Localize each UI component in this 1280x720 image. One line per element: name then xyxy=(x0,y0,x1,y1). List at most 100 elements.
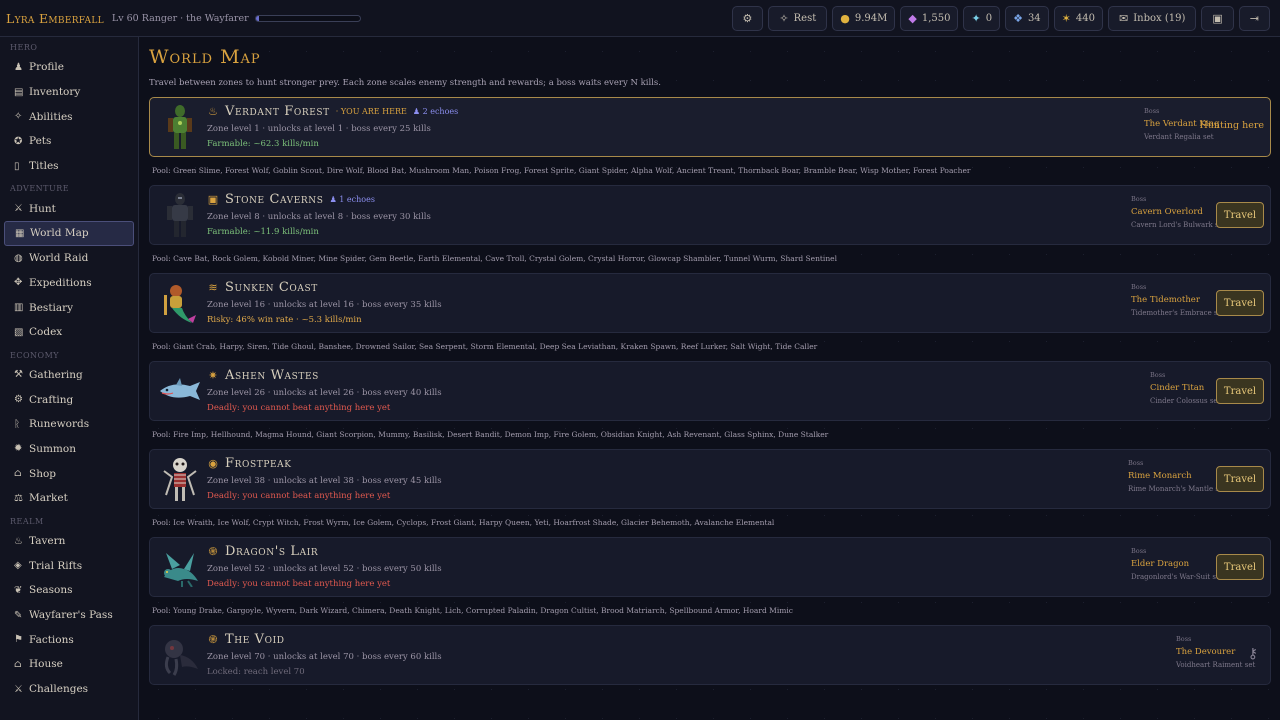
paw-icon: ✪ xyxy=(14,135,23,147)
sidebar-item-titles[interactable]: ▯ Titles xyxy=(4,154,134,179)
sidebar-item-summon[interactable]: ✹ Summon xyxy=(4,437,134,462)
resource-2-value: 34 xyxy=(1027,13,1041,24)
character-subtitle: Lv 60 Ranger · the Wayfarer xyxy=(111,12,249,24)
logout-button[interactable]: ⇥ xyxy=(1238,6,1270,31)
cog-icon: ⚙ xyxy=(742,12,753,25)
inbox-button[interactable]: ✉ Inbox (19) xyxy=(1107,6,1197,31)
zone-meta: Zone level 38 · unlocks at level 38 · bo… xyxy=(207,476,442,486)
travel-button[interactable]: Travel xyxy=(1216,378,1264,404)
character-name: Lyra Emberfall xyxy=(6,10,104,26)
resource-1-value: 0 xyxy=(985,13,993,24)
zone-portrait-shark xyxy=(156,367,204,415)
mug-icon: ♨ xyxy=(14,535,23,547)
sidebar-item-label: Crafting xyxy=(29,393,74,406)
sidebar-item-shop[interactable]: ⌂ Shop xyxy=(4,461,134,486)
house-icon: ⌂ xyxy=(14,658,22,670)
book-icon: ▥ xyxy=(14,302,24,314)
boss-label: Boss xyxy=(1128,459,1144,467)
monster-pool: Pool: Giant Crab, Harpy, Siren, Tide Gho… xyxy=(152,342,818,351)
rest-label: Rest xyxy=(793,13,817,24)
sidebar-item-house[interactable]: ⌂ House xyxy=(4,652,134,677)
boss-info: Boss The Tidemother Tidemother's Embrace… xyxy=(1131,283,1225,317)
person-icon: ♟ xyxy=(329,195,337,204)
sidebar-item-abilities[interactable]: ✧ Abilities xyxy=(4,104,134,129)
save-button[interactable]: ▣ xyxy=(1201,6,1234,31)
boss-label: Boss xyxy=(1144,107,1160,115)
settings-button[interactable]: ⚙ xyxy=(731,6,764,31)
crossed-swords-icon: ⚔ xyxy=(14,683,23,695)
zone-card-sunken-coast: ≋ Sunken Coast Zone level 16 · unlocks a… xyxy=(149,273,1271,333)
crystal-icon: ✦ xyxy=(971,12,981,25)
sidebar-item-world-map[interactable]: ▦ World Map xyxy=(4,221,134,246)
eye-icon: ◉ xyxy=(208,456,218,470)
sun-icon: ✷ xyxy=(208,368,218,382)
zone-meta: Zone level 1 · unlocks at level 1 · boss… xyxy=(207,124,431,134)
sidebar-item-wayfarers-pass[interactable]: ✎ Wayfarer's Pass xyxy=(4,603,134,628)
zone-meta: Zone level 70 · unlocks at level 70 · bo… xyxy=(207,652,442,662)
zone-card-ashen-wastes: ✷ Ashen Wastes Zone level 26 · unlocks a… xyxy=(149,361,1271,421)
zone-card-frostpeak: ◉ Frostpeak Zone level 38 · unlocks at l… xyxy=(149,449,1271,509)
sidebar-item-label: Codex xyxy=(29,326,63,339)
globe-icon: ◍ xyxy=(14,252,23,264)
sidebar-item-hunt[interactable]: ⚔ Hunt xyxy=(4,196,134,221)
zone-card-the-void: ֎ The Void Zone level 70 · unlocks at le… xyxy=(149,625,1271,685)
person-icon: ♟ xyxy=(412,107,421,116)
sidebar-item-label: Shop xyxy=(29,467,56,480)
sidebar-item-codex[interactable]: ▧ Codex xyxy=(4,320,134,345)
sidebar-item-challenges[interactable]: ⚔ Challenges xyxy=(4,677,134,702)
boss-info: Boss Elder Dragon Dragonlord's War-Suit … xyxy=(1131,547,1223,581)
sidebar-item-label: Seasons xyxy=(29,584,73,597)
zone-card-stone-caverns: ▣ Stone Caverns ♟ 1 echoes Zone level 8 … xyxy=(149,185,1271,245)
zone-portrait-dragon xyxy=(156,543,204,591)
echo-count: ♟ 1 echoes xyxy=(330,195,375,204)
travel-button[interactable]: Travel xyxy=(1216,202,1264,228)
page-description: Travel between zones to hunt stronger pr… xyxy=(149,78,661,88)
sidebar-item-runewords[interactable]: ᚱ Runewords xyxy=(4,412,134,437)
zone-name: Dragon's Lair xyxy=(225,544,319,559)
sidebar-item-gathering[interactable]: ⚒ Gathering xyxy=(4,363,134,388)
gem-value: 1,550 xyxy=(921,13,951,24)
travel-button[interactable]: Travel xyxy=(1216,290,1264,316)
monster-pool: Pool: Fire Imp, Hellhound, Magma Hound, … xyxy=(152,430,829,439)
travel-button[interactable]: Travel xyxy=(1216,466,1264,492)
sidebar-item-label: Wayfarer's Pass xyxy=(29,609,113,622)
zone-meta: Zone level 16 · unlocks at level 16 · bo… xyxy=(207,300,442,310)
section-adventure: ADVENTURE xyxy=(10,184,70,194)
zone-status: Deadly: you cannot beat anything here ye… xyxy=(207,491,391,501)
scale-icon: ⚖ xyxy=(14,492,23,504)
save-icon: ▣ xyxy=(1212,12,1223,25)
zone-name: The Void xyxy=(225,632,285,647)
sidebar-item-tavern[interactable]: ♨ Tavern xyxy=(4,529,134,554)
sidebar-item-inventory[interactable]: ▤ Inventory xyxy=(4,80,134,105)
travel-button[interactable]: Travel xyxy=(1216,554,1264,580)
echo-count: ♟ 2 echoes xyxy=(413,107,458,116)
boss-name: Cavern Overlord xyxy=(1131,207,1203,217)
sidebar-item-label: Trial Rifts xyxy=(29,559,83,572)
swirl-icon: ֍ xyxy=(208,544,218,558)
zone-meta: Zone level 52 · unlocks at level 52 · bo… xyxy=(207,564,442,574)
sidebar-item-seasons[interactable]: ❦ Seasons xyxy=(4,578,134,603)
sidebar-item-world-raid[interactable]: ◍ World Raid xyxy=(4,246,134,271)
sidebar-item-label: Gathering xyxy=(29,368,83,381)
sidebar-item-label: Abilities xyxy=(29,110,73,123)
sidebar-item-expeditions[interactable]: ✥ Expeditions xyxy=(4,271,134,296)
sidebar-item-profile[interactable]: ♟ Profile xyxy=(4,55,134,80)
gem-icon: ◆ xyxy=(908,12,917,25)
zone-card-dragons-lair: ֍ Dragon's Lair Zone level 52 · unlocks … xyxy=(149,537,1271,597)
boss-set: Verdant Regalia set xyxy=(1144,133,1214,141)
sidebar-item-bestiary[interactable]: ▥ Bestiary xyxy=(4,295,134,320)
sidebar-item-trial-rifts[interactable]: ◈ Trial Rifts xyxy=(4,553,134,578)
sidebar-item-label: Challenges xyxy=(29,683,89,696)
feather-icon: ❖ xyxy=(1013,12,1023,25)
boss-info: Boss Rime Monarch Rime Monarch's Mantle … xyxy=(1128,459,1226,493)
sidebar-item-crafting[interactable]: ⚙ Crafting xyxy=(4,387,134,412)
sidebar-item-label: Factions xyxy=(29,633,74,646)
zone-meta: Zone level 26 · unlocks at level 26 · bo… xyxy=(207,388,442,398)
sidebar-item-label: World Raid xyxy=(29,252,89,265)
rest-button[interactable]: ✧ Rest xyxy=(768,6,828,31)
sidebar-item-factions[interactable]: ⚑ Factions xyxy=(4,627,134,652)
gold-counter: ● 9.94M xyxy=(832,6,896,31)
sidebar-item-market[interactable]: ⚖ Market xyxy=(4,486,134,511)
sidebar-item-pets[interactable]: ✪ Pets xyxy=(4,129,134,154)
zone-portrait-armored-knight xyxy=(156,191,204,239)
